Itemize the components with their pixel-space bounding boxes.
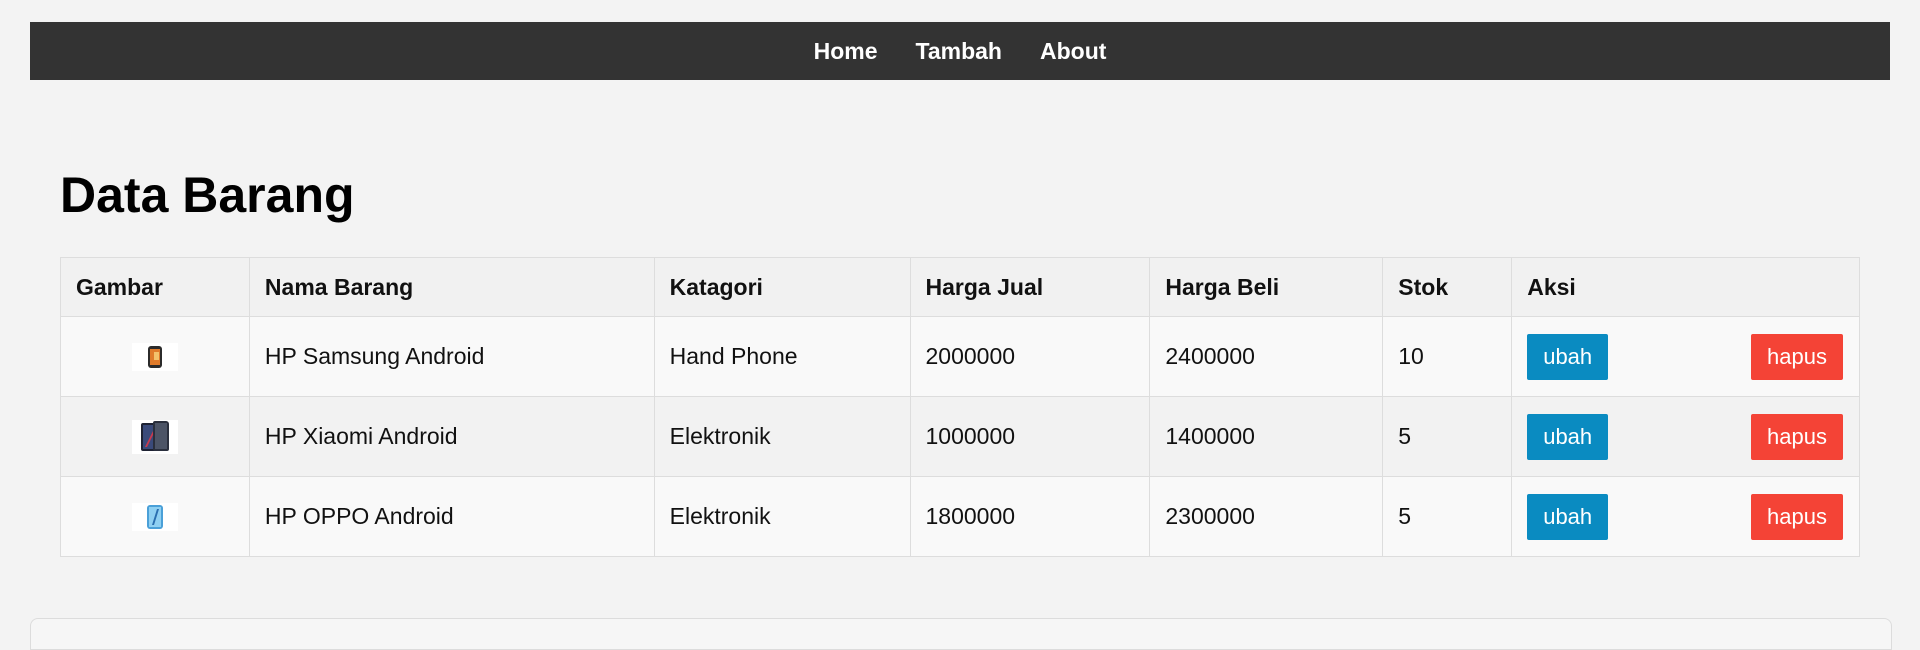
kategori-cell: Elektronik xyxy=(653,396,911,477)
nav-tambah-link[interactable]: Tambah xyxy=(916,38,1002,65)
header-gambar: Gambar xyxy=(60,257,250,317)
phone-icon xyxy=(140,420,169,451)
header-harga-beli: Harga Beli xyxy=(1149,257,1384,317)
gambar-cell xyxy=(60,316,250,397)
aksi-cell: ubah hapus xyxy=(1511,476,1860,557)
gambar-cell xyxy=(60,396,250,477)
hapus-button[interactable]: hapus xyxy=(1751,333,1843,380)
table-row: HP Xiaomi Android Elektronik 1000000 140… xyxy=(60,396,1860,477)
hapus-button[interactable]: hapus xyxy=(1751,493,1843,540)
stok-cell: 5 xyxy=(1382,396,1513,477)
top-navbar: Home Tambah About xyxy=(30,22,1890,80)
nav-home-link[interactable]: Home xyxy=(814,38,878,65)
table-row: HP OPPO Android Elektronik 1800000 23000… xyxy=(60,476,1860,557)
header-stok: Stok xyxy=(1382,257,1513,317)
page-title: Data Barang xyxy=(60,167,355,223)
table-row: HP Samsung Android Hand Phone 2000000 24… xyxy=(60,316,1860,397)
data-barang-table: Gambar Nama Barang Katagori Harga Jual H… xyxy=(60,257,1860,557)
ubah-button[interactable]: ubah xyxy=(1527,413,1609,460)
harga-beli-cell: 2300000 xyxy=(1149,476,1384,557)
harga-jual-cell: 1000000 xyxy=(909,396,1151,477)
aksi-cell: ubah hapus xyxy=(1511,316,1860,397)
aksi-cell: ubah hapus xyxy=(1511,396,1860,477)
hapus-button[interactable]: hapus xyxy=(1751,413,1843,460)
nama-barang-cell: HP Samsung Android xyxy=(248,316,655,397)
product-image xyxy=(131,502,178,531)
table-header-row: Gambar Nama Barang Katagori Harga Jual H… xyxy=(60,257,1860,317)
header-nama-barang: Nama Barang xyxy=(248,257,655,317)
phone-icon xyxy=(146,504,163,529)
harga-jual-cell: 1800000 xyxy=(909,476,1151,557)
gambar-cell xyxy=(60,476,250,557)
product-image xyxy=(131,342,178,371)
nama-barang-cell: HP OPPO Android xyxy=(248,476,655,557)
harga-jual-cell: 2000000 xyxy=(909,316,1151,397)
kategori-cell: Hand Phone xyxy=(653,316,911,397)
header-aksi: Aksi xyxy=(1511,257,1860,317)
phone-icon xyxy=(147,345,162,368)
header-harga-jual: Harga Jual xyxy=(909,257,1151,317)
footer-panel xyxy=(30,618,1892,650)
harga-beli-cell: 2400000 xyxy=(1149,316,1384,397)
header-katagori: Katagori xyxy=(653,257,911,317)
product-image xyxy=(131,419,178,454)
ubah-button[interactable]: ubah xyxy=(1527,493,1609,540)
ubah-button[interactable]: ubah xyxy=(1527,333,1609,380)
nav-about-link[interactable]: About xyxy=(1040,38,1106,65)
stok-cell: 10 xyxy=(1382,316,1513,397)
stok-cell: 5 xyxy=(1382,476,1513,557)
harga-beli-cell: 1400000 xyxy=(1149,396,1384,477)
nama-barang-cell: HP Xiaomi Android xyxy=(248,396,655,477)
kategori-cell: Elektronik xyxy=(653,476,911,557)
